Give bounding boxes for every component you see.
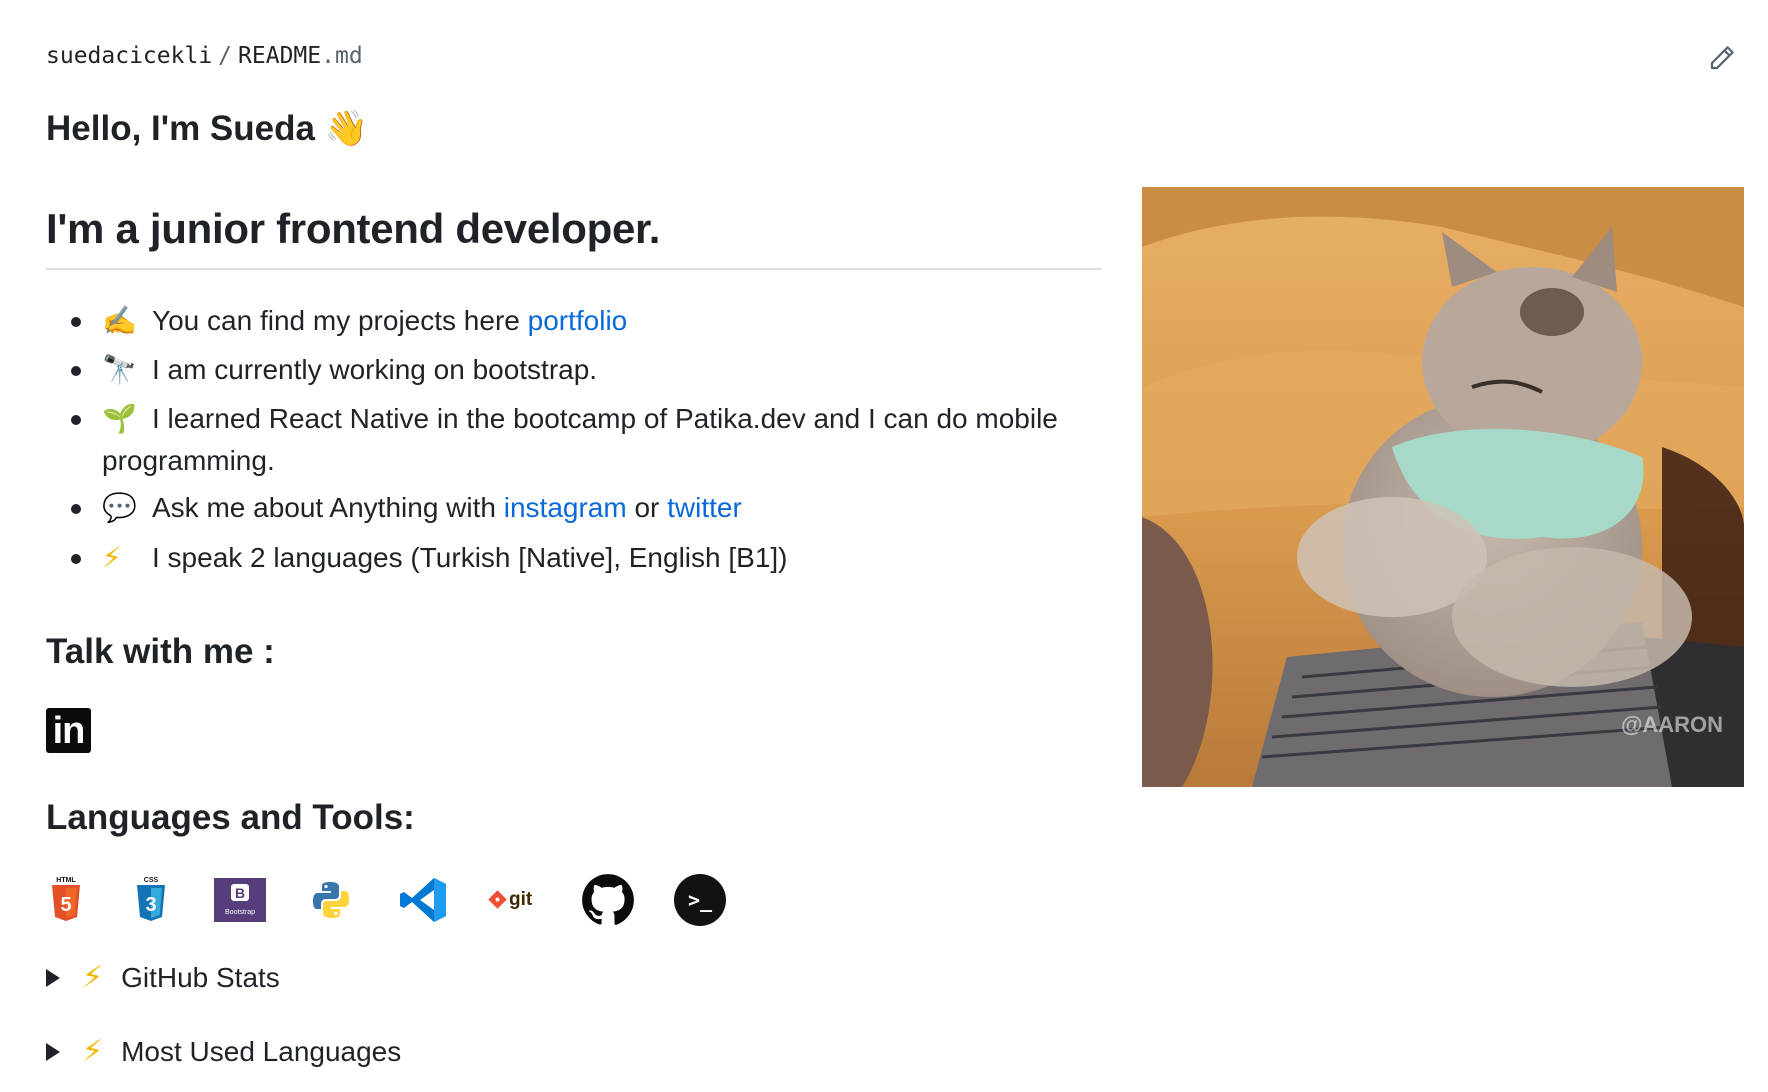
css3-icon[interactable]: CSS 3 — [123, 872, 179, 928]
title-text: Hello, I'm Sueda — [46, 109, 315, 148]
bootstrap-label: Bootstrap — [225, 909, 255, 916]
disclosure-label: GitHub Stats — [121, 961, 280, 993]
vscode-icon[interactable] — [395, 872, 451, 928]
disclosure-label: Most Used Languages — [121, 1035, 402, 1067]
instagram-link[interactable]: instagram — [504, 492, 627, 523]
list-item-text: Ask me about Anything with — [152, 492, 504, 523]
lightning-icon: ⚡ — [82, 961, 104, 994]
twitter-link[interactable]: twitter — [667, 492, 742, 523]
git-label: git — [509, 889, 533, 910]
talk-with-me-heading: Talk with me : — [46, 632, 275, 671]
list-item: 💬 Ask me about Anything with instagram or… — [46, 487, 1106, 529]
most-used-languages-disclosure[interactable]: ⚡ Most Used Languages — [46, 1034, 401, 1069]
bootstrap-icon[interactable]: B Bootstrap — [212, 872, 268, 928]
lightning-emoji: ⚡ — [102, 542, 122, 573]
github-icon[interactable] — [580, 872, 636, 928]
breadcrumb: suedacicekli / README.md — [46, 43, 363, 69]
lightning-icon: ⚡ — [82, 1035, 104, 1068]
section-heading-developer: I'm a junior frontend developer. — [46, 205, 661, 252]
list-item-text: I speak 2 languages (Turkish [Native], E… — [152, 542, 788, 573]
heading-divider — [46, 268, 1102, 270]
about-list: ✍️ You can find my projects here portfoli… — [46, 300, 1106, 579]
list-item-text: I am currently working on bootstrap. — [152, 354, 598, 385]
git-icon[interactable]: git — [488, 872, 548, 928]
bootstrap-letter: B — [235, 885, 245, 901]
pencil-icon — [1710, 46, 1734, 70]
page-title: Hello, I'm Sueda 👋 — [46, 108, 368, 149]
edit-file-button[interactable] — [1704, 40, 1740, 76]
speech-bubble-emoji: 💬 — [102, 492, 137, 523]
python-icon[interactable] — [303, 872, 359, 928]
breadcrumb-file-name: README — [238, 43, 322, 69]
css3-number: 3 — [145, 894, 156, 916]
seedling-emoji: 🌱 — [102, 403, 137, 434]
list-item: 🔭 I am currently working on bootstrap. — [46, 349, 1106, 391]
css3-label: CSS — [144, 877, 159, 884]
telescope-emoji: 🔭 — [102, 354, 137, 385]
gif-watermark: @AARON — [1621, 712, 1723, 737]
triangle-right-icon — [46, 968, 60, 987]
waving-hand-emoji: 👋 — [324, 109, 369, 148]
list-item-text-or: or — [626, 492, 668, 523]
terminal-prompt: >_ — [688, 888, 713, 912]
html5-label: HTML — [56, 877, 76, 884]
linkedin-icon[interactable]: in — [46, 708, 91, 753]
terminal-icon[interactable]: >_ — [672, 872, 728, 928]
list-item: ✍️ You can find my projects here portfoli… — [46, 300, 1106, 342]
breadcrumb-separator: / — [218, 43, 233, 69]
breadcrumb-owner-link[interactable]: suedacicekli — [46, 43, 212, 69]
github-stats-disclosure[interactable]: ⚡ GitHub Stats — [46, 960, 280, 995]
list-item: 🌱 I learned React Native in the bootcamp … — [46, 398, 1106, 482]
portfolio-link[interactable]: portfolio — [528, 305, 628, 336]
html5-number: 5 — [60, 894, 71, 916]
writing-hand-emoji: ✍️ — [102, 305, 137, 336]
languages-tools-heading: Languages and Tools: — [46, 798, 415, 837]
triangle-right-icon — [46, 1042, 60, 1061]
typing-cat-gif: @AARON — [1142, 187, 1744, 787]
breadcrumb-file-extension: .md — [321, 43, 363, 69]
list-item-text: You can find my projects here — [152, 305, 528, 336]
list-item: ⚡ I speak 2 languages (Turkish [Native], … — [46, 537, 1106, 579]
list-item-text: I learned React Native in the bootcamp o… — [102, 403, 1058, 476]
html5-icon[interactable]: HTML 5 — [38, 872, 94, 928]
